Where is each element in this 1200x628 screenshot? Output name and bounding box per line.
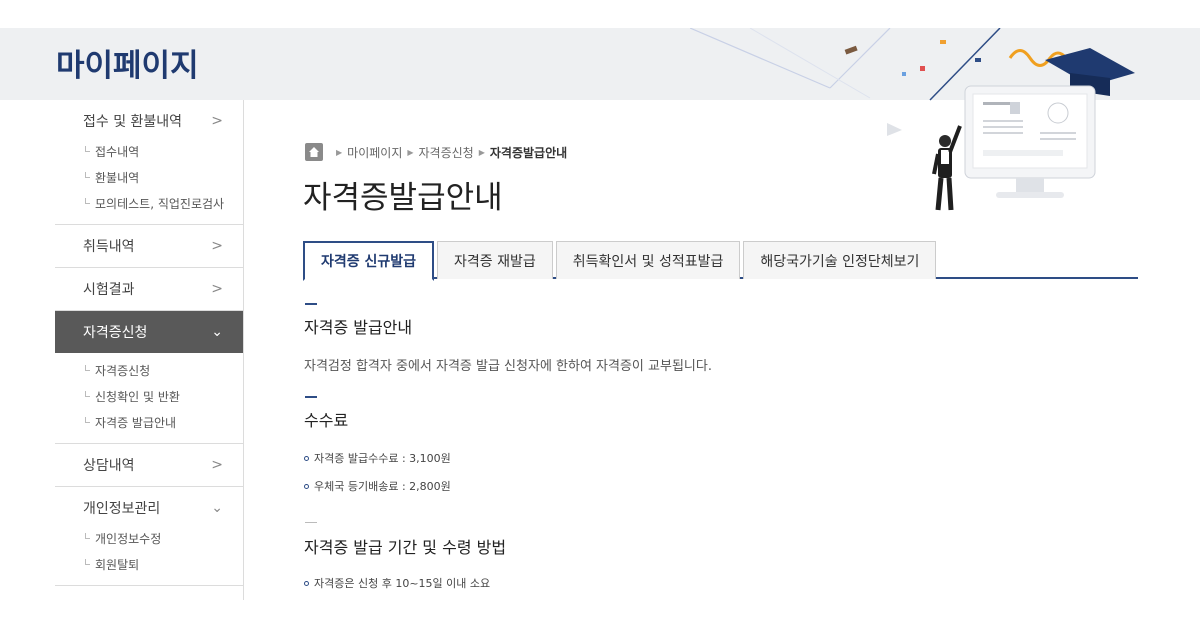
- sidebar-item-label: 개인정보관리: [83, 501, 161, 517]
- sidebar-item-consult[interactable]: 상담내역 >: [55, 444, 243, 486]
- bullet-icon: [304, 580, 309, 586]
- sidebar-item-label: 상담내역: [83, 458, 135, 474]
- breadcrumb-separator: ▶: [407, 147, 414, 157]
- bullet-icon: [304, 483, 309, 489]
- tab-accredited-orgs[interactable]: 해당국가기술 인정단체보기: [743, 241, 937, 279]
- chevron-down-icon: ⌄: [211, 324, 223, 340]
- tab-reissue[interactable]: 자격증 재발급: [437, 241, 553, 279]
- chevron-down-icon: ⌄: [211, 500, 223, 516]
- sidebar-submenu: 개인정보수정 회원탈퇴: [55, 525, 243, 585]
- sidebar-item-label: 접수 및 환불내역: [83, 114, 183, 130]
- period-item-text: 자격증은 신청 후 10~15일 이내 소요: [314, 577, 491, 590]
- tab-new-issue[interactable]: 자격증 신규발급: [303, 241, 435, 281]
- sidebar-subitem-confirm-return[interactable]: 신청확인 및 반환: [83, 383, 243, 409]
- chevron-right-icon: >: [211, 281, 223, 297]
- issue-guide-text: 자격검정 합격자 중에서 자격증 발급 신청자에 한하여 자격증이 교부됩니다.: [304, 359, 712, 374]
- sidebar-group-results: 시험결과 >: [55, 268, 243, 311]
- section-title-fees: 수수료: [304, 411, 349, 430]
- sidebar-subitem-refund[interactable]: 환불내역: [83, 164, 243, 190]
- sidebar-item-certificate-apply[interactable]: 자격증신청 ⌄: [55, 311, 243, 353]
- chevron-right-icon: >: [211, 457, 223, 473]
- fee-item-text: 자격증 발급수수료 : 3,100원: [314, 452, 451, 465]
- sidebar-item-personal-info[interactable]: 개인정보관리 ⌄: [55, 487, 243, 529]
- sidebar-submenu: 접수내역 환불내역 모의테스트, 직업진로검사: [55, 138, 243, 224]
- sidebar-subitem-issue-guide[interactable]: 자격증 발급안내: [83, 409, 243, 435]
- sidebar-item-label: 시험결과: [83, 282, 135, 298]
- section-marker: [305, 396, 317, 398]
- sidebar-group-receipt: 접수 및 환불내역 > 접수내역 환불내역 모의테스트, 직업진로검사: [55, 100, 243, 225]
- sidebar-item-acquisition[interactable]: 취득내역 >: [55, 225, 243, 267]
- fee-item: 우체국 등기배송료 : 2,800원: [304, 478, 451, 494]
- tab-bar: 자격증 신규발급 자격증 재발급 취득확인서 및 성적표발급 해당국가기술 인정…: [303, 241, 1138, 281]
- sidebar-item-label: 취득내역: [83, 239, 135, 255]
- sidebar-submenu: 자격증신청 신청확인 및 반환 자격증 발급안내: [55, 357, 243, 443]
- section-marker: [305, 303, 317, 305]
- sidebar-item-results[interactable]: 시험결과 >: [55, 268, 243, 310]
- page-title: 자격증발급안내: [303, 180, 503, 216]
- sidebar-group-acquisition: 취득내역 >: [55, 225, 243, 268]
- section-title-period-method: 자격증 발급 기간 및 수령 방법: [304, 538, 507, 557]
- sidebar-subitem-certificate-apply[interactable]: 자격증신청: [83, 357, 243, 383]
- period-item: 자격증은 신청 후 10~15일 이내 소요: [304, 575, 490, 591]
- breadcrumb-separator: ▶: [336, 147, 343, 157]
- section-title-issue-guide: 자격증 발급안내: [304, 318, 413, 337]
- sidebar-subitem-receipt[interactable]: 접수내역: [83, 138, 243, 164]
- bullet-icon: [304, 455, 309, 461]
- fee-item-text: 우체국 등기배송료 : 2,800원: [314, 480, 451, 493]
- breadcrumb-item-certificate-apply[interactable]: 자격증신청: [419, 144, 474, 161]
- chevron-right-icon: >: [211, 238, 223, 254]
- fee-item: 자격증 발급수수료 : 3,100원: [304, 450, 451, 466]
- sidebar-subitem-edit-info[interactable]: 개인정보수정: [83, 525, 243, 551]
- header-title: 마이페이지: [56, 48, 199, 84]
- sidebar-subitem-withdraw[interactable]: 회원탈퇴: [83, 551, 243, 577]
- sidebar-group-consult: 상담내역 >: [55, 444, 243, 487]
- sidebar-group-personal: 개인정보관리 ⌄ 개인정보수정 회원탈퇴: [55, 487, 243, 586]
- section-marker: [305, 522, 317, 523]
- sidebar-subitem-label: 자격증 발급안내: [95, 415, 177, 430]
- breadcrumb-separator: ▶: [478, 147, 485, 157]
- sidebar: 접수 및 환불내역 > 접수내역 환불내역 모의테스트, 직업진로검사 취득내역…: [55, 100, 244, 600]
- sidebar-item-receipt-refund[interactable]: 접수 및 환불내역 >: [55, 100, 243, 142]
- chevron-right-icon: >: [211, 113, 223, 129]
- sidebar-item-label: 자격증신청: [83, 325, 148, 341]
- sidebar-group-certificate: 자격증신청 ⌄ 자격증신청 신청확인 및 반환 자격증 발급안내: [55, 311, 243, 444]
- home-icon[interactable]: [305, 143, 323, 161]
- breadcrumb: ▶ 마이페이지 ▶ 자격증신청 ▶ 자격증발급안내: [305, 143, 567, 161]
- breadcrumb-current: 자격증발급안내: [489, 145, 568, 160]
- sidebar-subitem-mock-test[interactable]: 모의테스트, 직업진로검사: [83, 190, 243, 216]
- tab-confirmation-transcript[interactable]: 취득확인서 및 성적표발급: [555, 241, 741, 279]
- breadcrumb-item-mypage[interactable]: 마이페이지: [347, 144, 402, 161]
- page-header: 마이페이지: [0, 28, 1200, 100]
